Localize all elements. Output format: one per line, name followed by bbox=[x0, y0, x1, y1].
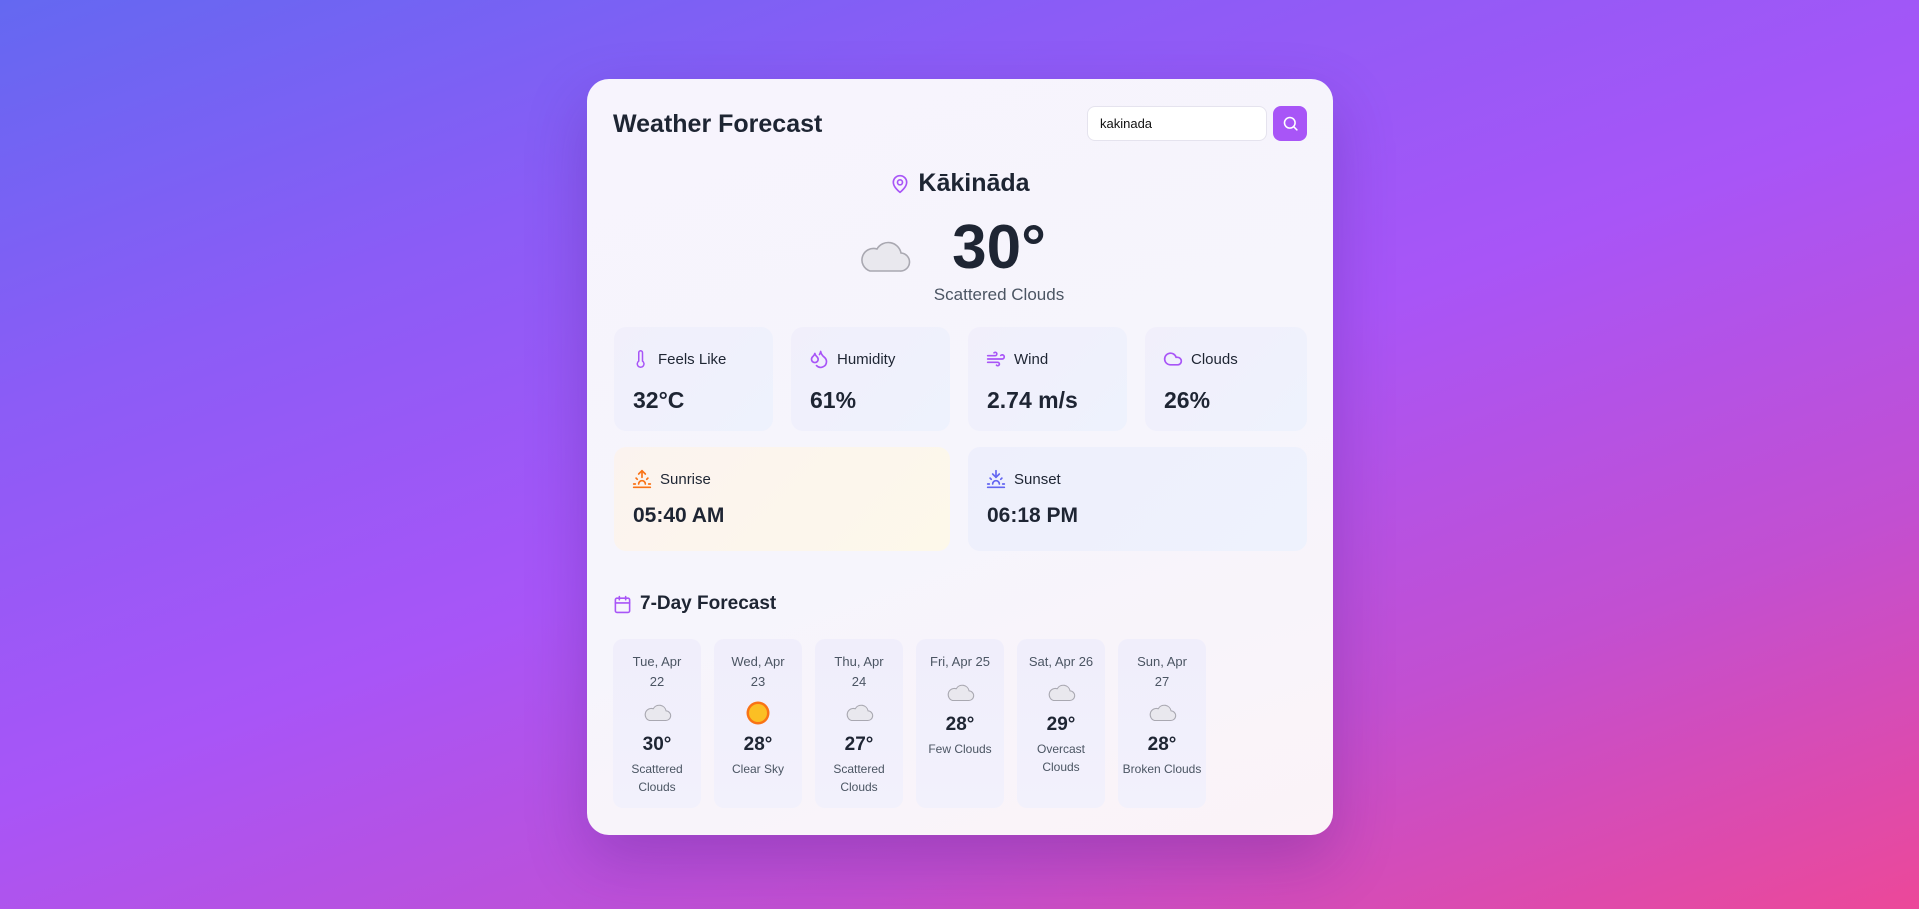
droplets-icon bbox=[810, 350, 828, 369]
cloud-icon bbox=[644, 704, 672, 722]
feels-like-label: Feels Like bbox=[658, 350, 727, 368]
city-search-input[interactable] bbox=[1087, 106, 1267, 141]
forecast-day-date: Sun, Apr 27 bbox=[1137, 654, 1187, 689]
clouds-label: Clouds bbox=[1191, 350, 1238, 368]
forecast-day-temp: 28° bbox=[1147, 734, 1177, 755]
sun-icon bbox=[746, 701, 770, 725]
thermometer-icon bbox=[636, 350, 645, 368]
cloud-icon bbox=[1163, 352, 1183, 366]
search-button[interactable] bbox=[1273, 106, 1307, 141]
forecast-title: 7-Day Forecast bbox=[640, 593, 777, 614]
app-title: Weather Forecast bbox=[613, 110, 823, 138]
forecast-day-date: Wed, Apr 23 bbox=[731, 654, 785, 689]
humidity-label: Humidity bbox=[837, 350, 896, 368]
forecast-day-date: Sat, Apr 26 bbox=[1028, 654, 1094, 669]
location-header: Kākinādа bbox=[587, 169, 1333, 198]
forecast-day-temp: 28° bbox=[945, 714, 975, 735]
cloud-icon bbox=[1149, 704, 1177, 722]
clouds-value: 26% bbox=[1164, 387, 1211, 413]
humidity-card: Humidity 61% bbox=[791, 327, 950, 431]
feels-like-card: Feels Like 32°C bbox=[614, 327, 773, 431]
wind-value: 2.74 m/s bbox=[987, 387, 1078, 413]
cloud-icon bbox=[846, 704, 874, 722]
search-icon bbox=[1283, 116, 1298, 131]
cloud-icon bbox=[1048, 684, 1076, 702]
map-pin-icon bbox=[892, 174, 908, 193]
cloud-icon bbox=[947, 684, 975, 702]
current-description: Scattered Clouds bbox=[933, 285, 1065, 304]
forecast-day-desc: Scattered Clouds bbox=[631, 762, 683, 794]
humidity-value: 61% bbox=[810, 387, 857, 413]
forecast-day-desc: Scattered Clouds bbox=[833, 762, 885, 794]
current-weather: 30° Scattered Clouds bbox=[587, 209, 1333, 305]
sunrise-value: 05:40 AM bbox=[633, 504, 725, 527]
sunrise-icon bbox=[632, 469, 652, 489]
forecast-day-card: Wed, Apr 23 28° Clear Sky bbox=[714, 639, 802, 808]
wind-label: Wind bbox=[1014, 350, 1049, 368]
forecast-day-date: Fri, Apr 25 bbox=[930, 654, 990, 669]
clouds-card: Clouds 26% bbox=[1145, 327, 1307, 431]
forecast-day-desc: Overcast Clouds bbox=[1036, 742, 1085, 774]
current-temperature: 30° bbox=[952, 213, 1046, 282]
sunrise-card: Sunrise 05:40 AM bbox=[614, 447, 950, 551]
forecast-day-temp: 29° bbox=[1046, 714, 1076, 735]
forecast-day-card: Thu, Apr 24 27° Scattered Clouds bbox=[815, 639, 903, 808]
sunset-card: Sunset 06:18 PM bbox=[968, 447, 1307, 551]
sunset-value: 06:18 PM bbox=[987, 504, 1079, 527]
feels-like-value: 32°C bbox=[633, 387, 685, 413]
calendar-icon bbox=[614, 595, 631, 613]
forecast-day-temp: 30° bbox=[642, 734, 672, 755]
forecast-header: 7-Day Forecast bbox=[613, 593, 776, 615]
weather-card: Weather Forecast Kākinādа 30° Scattered … bbox=[587, 79, 1333, 835]
forecast-day-date: Thu, Apr 24 bbox=[834, 654, 884, 689]
cloud-icon bbox=[860, 241, 911, 272]
location-name: Kākinādа bbox=[918, 169, 1030, 197]
forecast-day-temp: 27° bbox=[844, 734, 874, 755]
forecast-day-desc: Few Clouds bbox=[928, 742, 992, 756]
forecast-day-desc: Broken Clouds bbox=[1122, 762, 1202, 776]
forecast-day-card: Sat, Apr 26 29° Overcast Clouds bbox=[1017, 639, 1105, 808]
sunset-label: Sunset bbox=[1014, 470, 1061, 488]
forecast-day-card: Fri, Apr 25 28° Few Clouds bbox=[916, 639, 1004, 808]
forecast-day-desc: Clear Sky bbox=[731, 762, 784, 776]
forecast-day-card: Tue, Apr 22 30° Scattered Clouds bbox=[613, 639, 701, 808]
forecast-day-date: Tue, Apr 22 bbox=[632, 654, 682, 689]
wind-card: Wind 2.74 m/s bbox=[968, 327, 1127, 431]
forecast-day-card: Sun, Apr 27 28° Broken Clouds bbox=[1118, 639, 1206, 808]
wind-icon bbox=[986, 351, 1006, 367]
sunrise-label: Sunrise bbox=[660, 470, 711, 488]
sunset-icon bbox=[986, 469, 1006, 489]
forecast-day-temp: 28° bbox=[743, 734, 773, 755]
